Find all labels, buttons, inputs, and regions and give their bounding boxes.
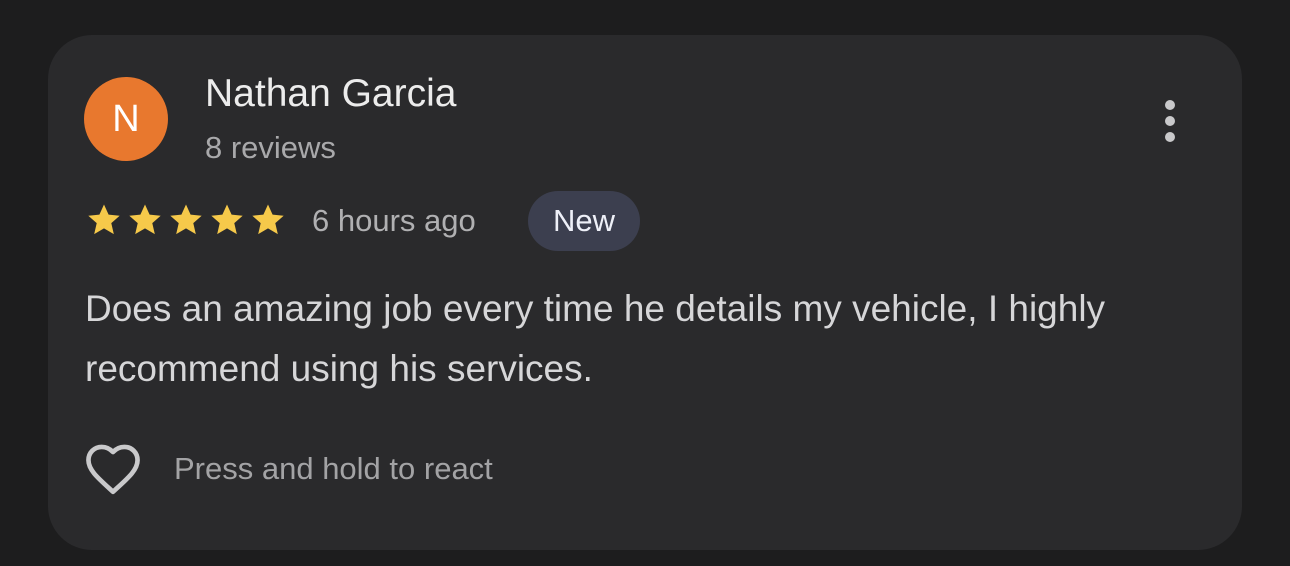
review-text: Does an amazing job every time he detail… bbox=[85, 288, 1106, 389]
review-time: 6 hours ago bbox=[312, 203, 476, 238]
react-prompt: Press and hold to react bbox=[174, 451, 493, 486]
more-vert-icon-dot bbox=[1165, 132, 1175, 142]
star-icon bbox=[252, 204, 284, 235]
reviewer-review-count: 8 reviews bbox=[205, 130, 336, 165]
star-icon bbox=[211, 204, 243, 235]
react-button[interactable]: Press and hold to react bbox=[82, 439, 493, 499]
star-rating bbox=[85, 201, 287, 239]
new-badge: New bbox=[528, 191, 641, 251]
heart-outline-icon bbox=[86, 444, 140, 495]
reviewer-name[interactable]: Nathan Garcia bbox=[205, 71, 456, 117]
review-card: N Nathan Garcia 8 reviews 6 hours ago Ne… bbox=[48, 35, 1242, 550]
star-icon bbox=[129, 204, 161, 235]
more-options-button[interactable] bbox=[1150, 91, 1190, 151]
more-vert-icon-dot bbox=[1165, 116, 1175, 126]
more-vert-icon-dot bbox=[1165, 100, 1175, 110]
star-icon bbox=[88, 204, 120, 235]
star-icon bbox=[170, 204, 202, 235]
avatar[interactable]: N bbox=[84, 77, 168, 161]
